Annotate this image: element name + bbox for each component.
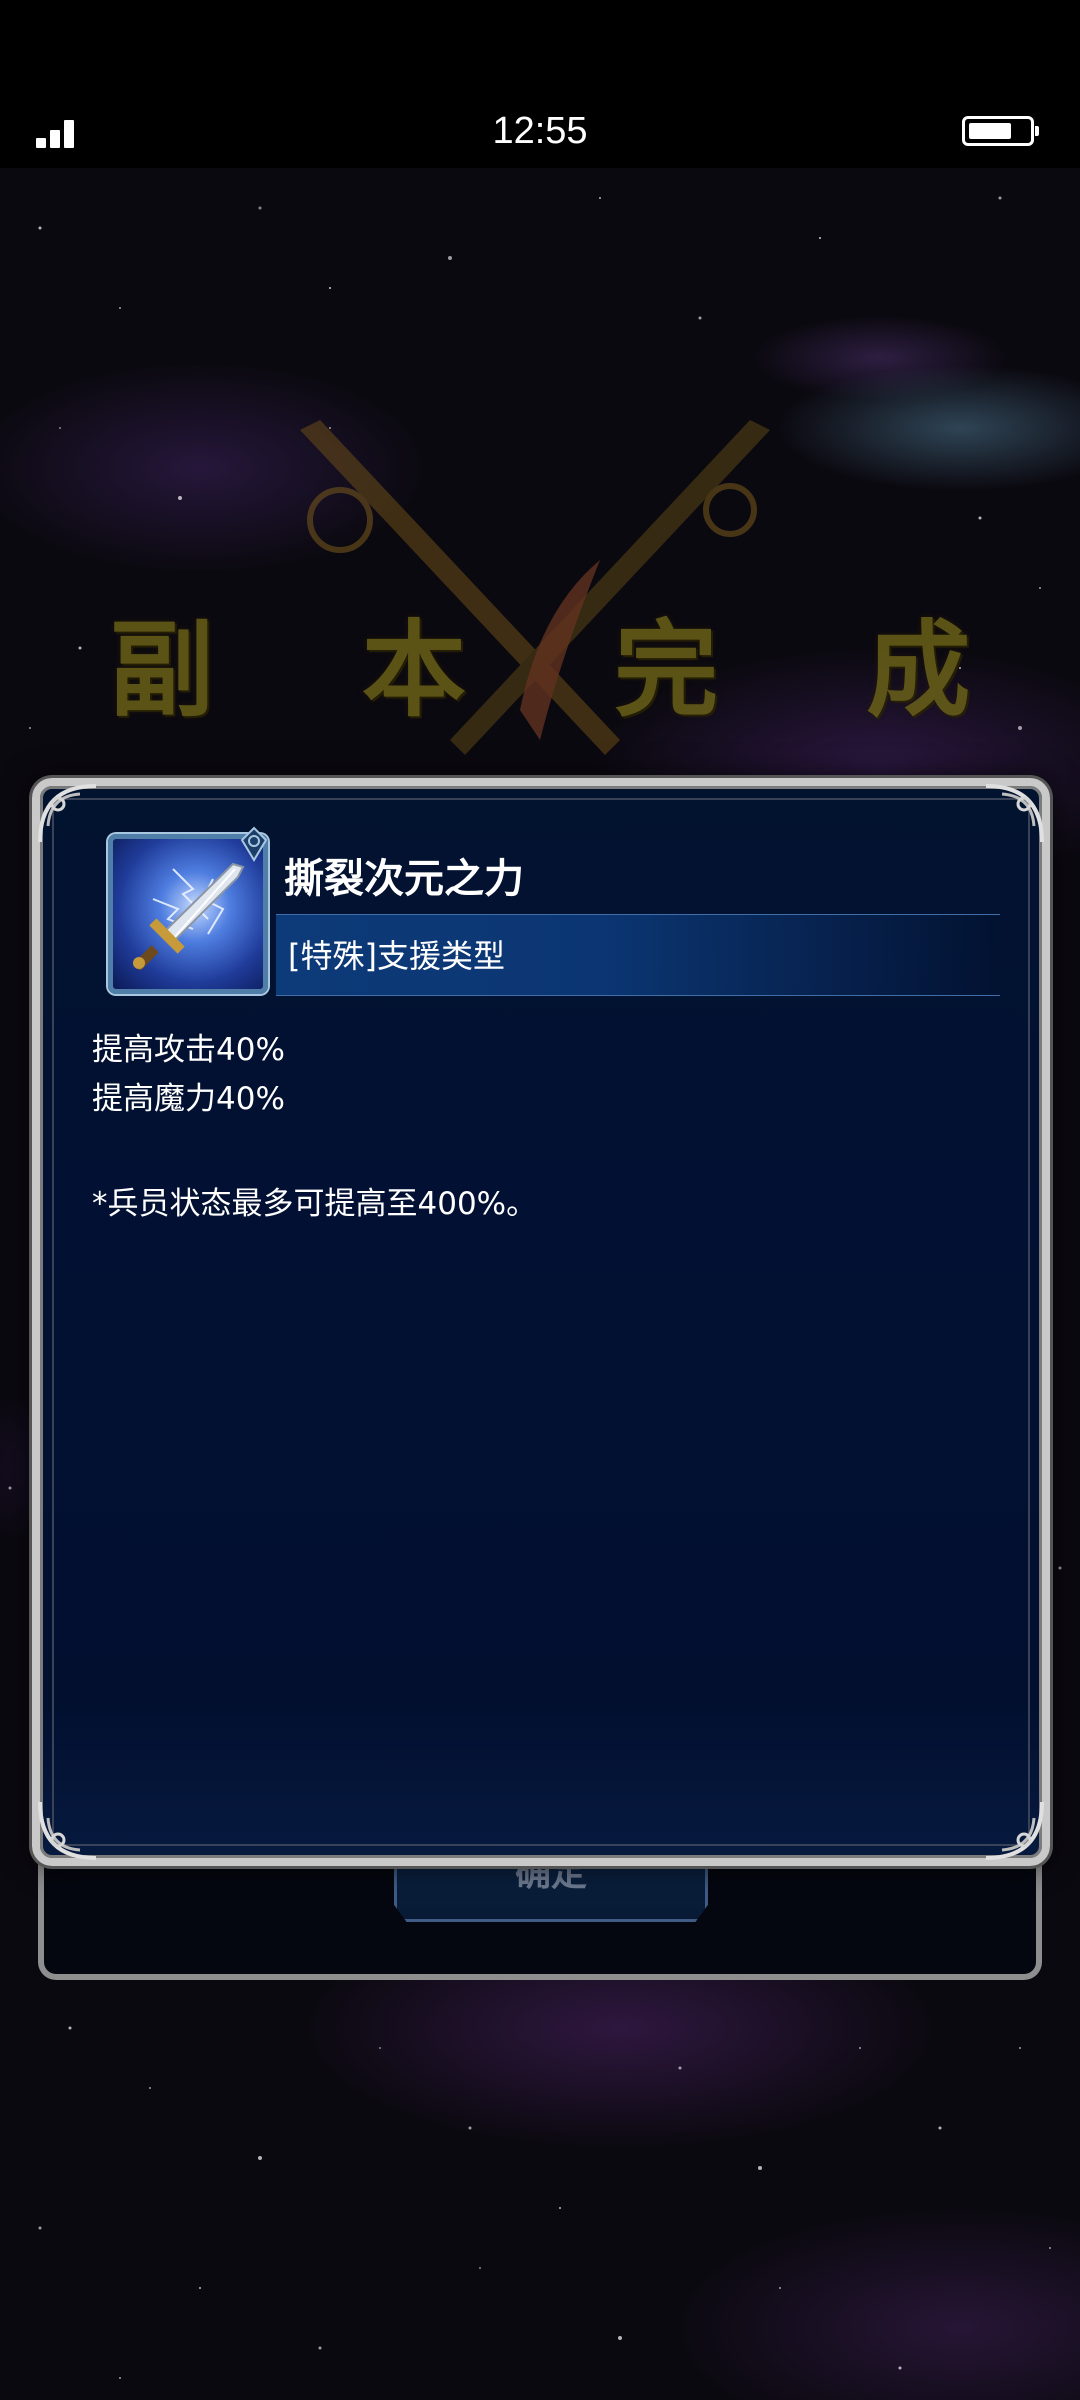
game-screen: 12:55 副 本 完 成 确定 撕裂次元之力 [特殊]支援类型 提高攻击40%… [0, 0, 1080, 2400]
gem-icon [240, 826, 268, 862]
corner-ornament-icon [985, 784, 1044, 843]
skill-type-label: [特殊]支援类型 [288, 937, 505, 975]
skill-effects-list: 提高攻击40% 提高魔力40% [92, 1026, 285, 1124]
skill-info-dialog: 撕裂次元之力 [特殊]支援类型 提高攻击40% 提高魔力40% *兵员状态最多可… [32, 778, 1050, 1866]
skill-effect: 提高魔力40% [92, 1081, 285, 1117]
stage-complete-title: 副 本 完 成 [109, 608, 1027, 731]
corner-ornament-icon [985, 1801, 1044, 1860]
status-bar: 12:55 [0, 0, 1080, 168]
skill-effect: 提高攻击40% [92, 1032, 285, 1068]
battery-icon [962, 116, 1039, 146]
skill-note: *兵员状态最多可提高至400%。 [92, 1186, 538, 1222]
status-time: 12:55 [492, 110, 588, 152]
corner-ornament-icon [38, 784, 97, 843]
corner-ornament-icon [38, 1801, 97, 1860]
skill-name: 撕裂次元之力 [284, 856, 524, 902]
